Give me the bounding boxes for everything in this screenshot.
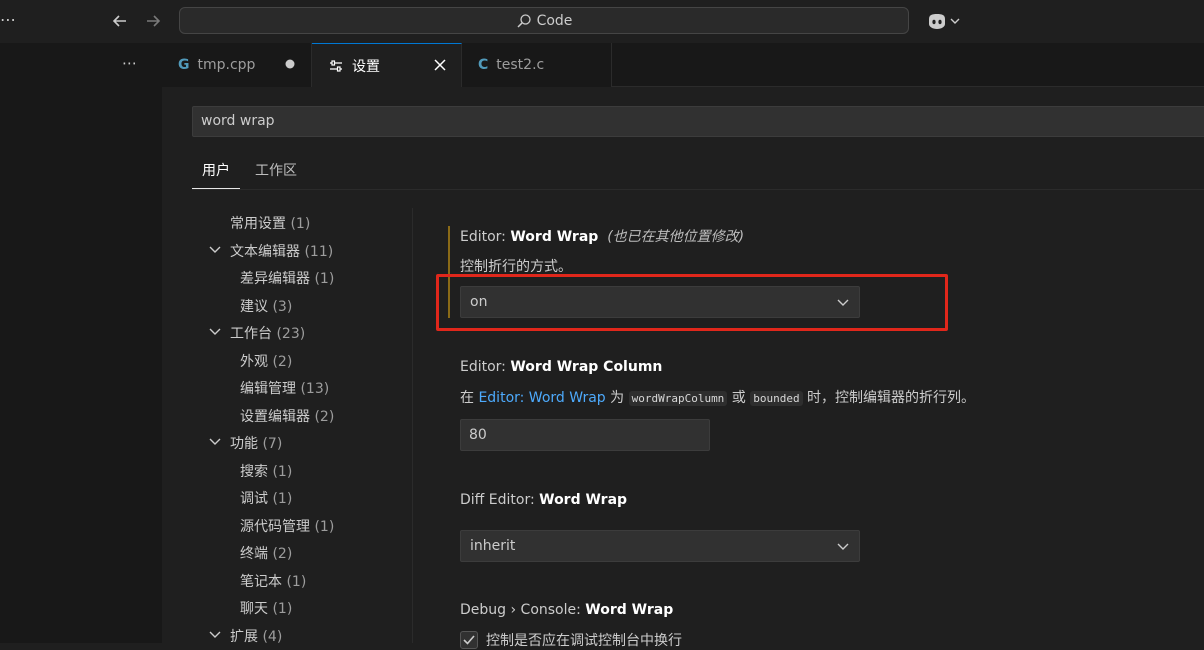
- check-icon: [463, 635, 475, 645]
- tab-label: test2.c: [496, 57, 545, 73]
- copilot-menu-button[interactable]: [926, 8, 960, 34]
- toc-item[interactable]: 笔记本 (1): [240, 571, 306, 591]
- tab-workspace-scope[interactable]: 工作区: [255, 160, 297, 188]
- toc-item[interactable]: 源代码管理 (1): [240, 516, 334, 536]
- setting-description: 控制是否应在调试控制台中换行: [486, 633, 682, 649]
- chevron-down-icon: [208, 242, 222, 260]
- tab-label: tmp.cpp: [197, 57, 256, 73]
- toc-item[interactable]: 建议 (3): [240, 296, 292, 316]
- modified-dot-icon[interactable]: [281, 55, 299, 73]
- forward-arrow-icon[interactable]: [140, 8, 166, 34]
- select-value: inherit: [470, 538, 516, 554]
- menu-overflow-icon[interactable]: ⋯: [0, 10, 17, 29]
- chevron-down-icon: [208, 434, 222, 452]
- tab-settings[interactable]: 设置: [312, 43, 462, 88]
- c-file-icon: C: [478, 57, 489, 73]
- toc-item[interactable]: 扩展 (4): [209, 626, 282, 646]
- annotation-highlight-box: [436, 274, 948, 331]
- toc-item[interactable]: 外观 (2): [240, 351, 292, 371]
- copilot-icon: [929, 14, 945, 29]
- toc-item[interactable]: 功能 (7): [209, 433, 282, 453]
- tab-user-scope[interactable]: 用户: [192, 160, 240, 189]
- chevron-down-icon: [837, 543, 849, 550]
- cpp-file-icon: G: [178, 57, 190, 73]
- toc-item[interactable]: 常用设置 (1): [230, 213, 310, 233]
- toc-item[interactable]: 调试 (1): [240, 488, 292, 508]
- chevron-down-icon: [208, 324, 222, 342]
- editor-tab-bar: G tmp.cpp 设置 C test2.c: [162, 43, 1204, 88]
- tab-label: 设置: [352, 58, 380, 75]
- toc-item[interactable]: 编辑管理 (13): [240, 378, 329, 398]
- toc-divider: [412, 208, 413, 643]
- toc-item[interactable]: 工作台 (23): [209, 323, 305, 343]
- settings-search-input[interactable]: word wrap: [192, 106, 1204, 137]
- toc-item[interactable]: 终端 (2): [240, 543, 292, 563]
- chevron-down-icon: [208, 627, 222, 645]
- setting-title-debug-console-word-wrap: Debug › Console: Word Wrap: [460, 602, 674, 618]
- search-icon: [517, 13, 531, 28]
- setting-description: 在 Editor: Word Wrap 为 wordWrapColumn 或 b…: [460, 390, 976, 406]
- toc-item[interactable]: 文本编辑器 (11): [209, 241, 333, 261]
- setting-description: 控制折行的方式。: [460, 259, 572, 275]
- toc-item[interactable]: 聊天 (1): [240, 598, 292, 618]
- chevron-down-icon: [950, 18, 960, 24]
- setting-title-word-wrap-column: Editor: Word Wrap Column: [460, 359, 663, 375]
- settings-sliders-icon: [330, 59, 342, 72]
- back-arrow-icon[interactable]: [107, 8, 133, 34]
- word-wrap-column-input[interactable]: 80: [460, 419, 710, 451]
- toc-item[interactable]: 设置编辑器 (2): [240, 406, 334, 426]
- setting-title-diff-word-wrap: Diff Editor: Word Wrap: [460, 492, 628, 508]
- sidebar: [0, 43, 162, 643]
- divider: [192, 189, 1204, 190]
- close-icon[interactable]: [431, 56, 449, 74]
- more-actions-icon[interactable]: ⋯: [122, 54, 138, 72]
- toc-item[interactable]: 差异编辑器 (1): [240, 268, 334, 288]
- tab-tmp-cpp[interactable]: G tmp.cpp: [162, 43, 312, 87]
- toc-item[interactable]: 搜索 (1): [240, 461, 292, 481]
- setting-title-word-wrap: Editor: Word Wrap (也已在其他位置修改): [460, 229, 745, 245]
- debug-console-word-wrap-checkbox[interactable]: [460, 631, 478, 649]
- command-center-search[interactable]: Code: [179, 7, 909, 34]
- tab-test2-c[interactable]: C test2.c: [462, 43, 612, 87]
- diff-word-wrap-select[interactable]: inherit: [460, 530, 860, 562]
- debug-console-word-wrap-row: 控制是否应在调试控制台中换行: [460, 630, 682, 650]
- search-label: Code: [536, 12, 573, 29]
- setting-link[interactable]: Editor: Word Wrap: [478, 390, 605, 406]
